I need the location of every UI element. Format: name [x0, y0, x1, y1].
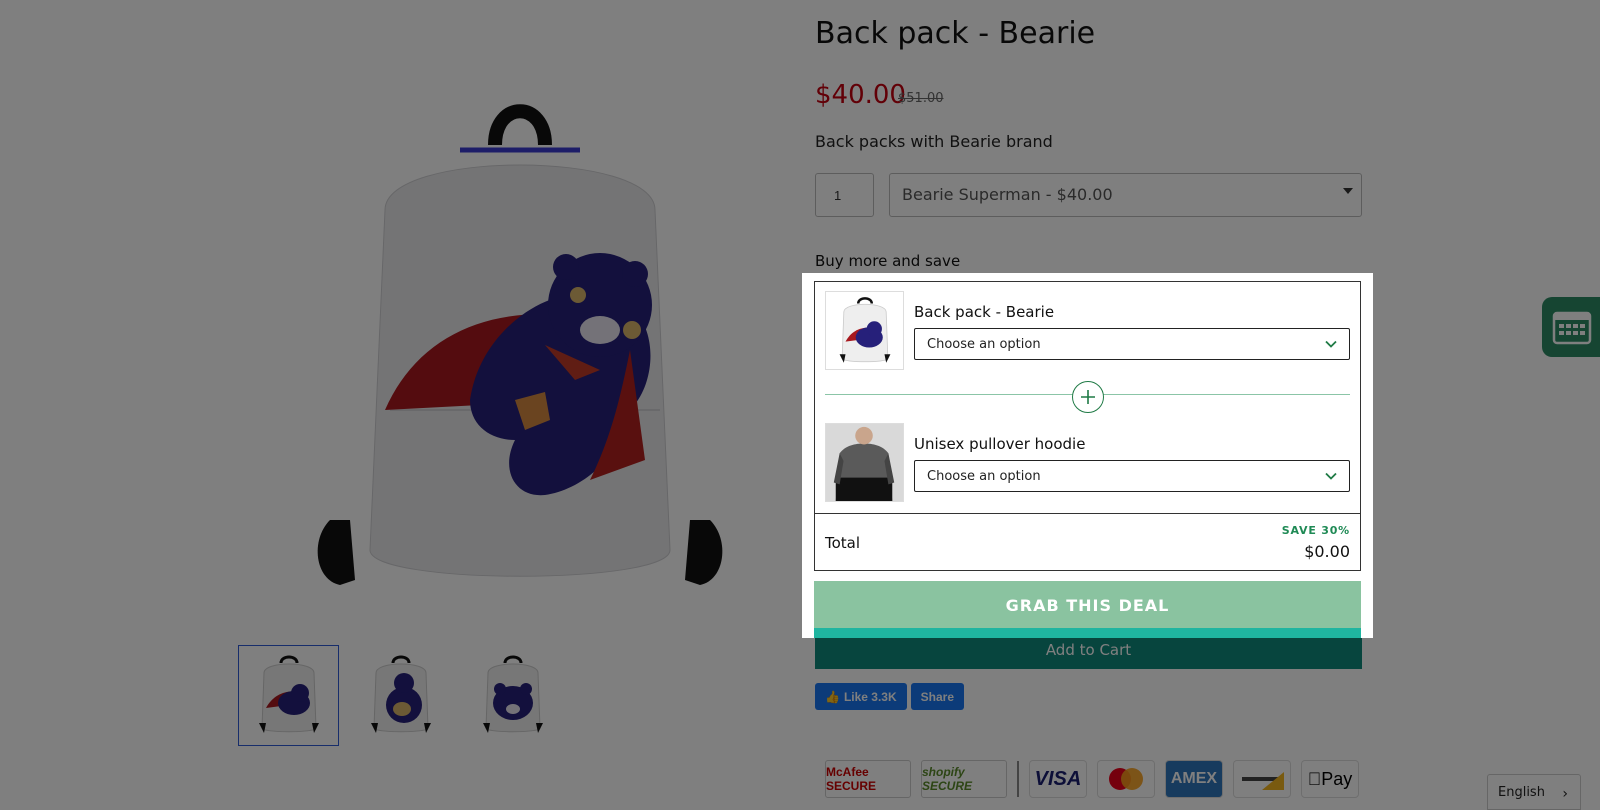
- bundle-item: Unisex pullover hoodie Choose an option: [825, 423, 1350, 503]
- bundle-item-image: [825, 423, 904, 502]
- chevron-down-icon: [1325, 470, 1337, 486]
- bundle-total-row: Total SAVE 30% $0.00: [815, 513, 1360, 571]
- chevron-down-icon: [1325, 338, 1337, 354]
- bundle-item-option-select[interactable]: Choose an option: [914, 460, 1350, 492]
- grab-deal-button[interactable]: GRAB THIS DEAL: [814, 581, 1361, 628]
- bundle-item-option-select[interactable]: Choose an option: [914, 328, 1350, 360]
- bundle-item: Back pack - Bearie Choose an option: [825, 291, 1350, 371]
- option-select-placeholder: Choose an option: [927, 337, 1041, 352]
- bundle-item-image: [825, 291, 904, 370]
- plus-circle-icon: [1072, 381, 1104, 413]
- bundle-spotlight: Back pack - Bearie Choose an option Unis…: [802, 273, 1373, 638]
- total-label: Total: [825, 534, 861, 552]
- bundle-box: Back pack - Bearie Choose an option Unis…: [814, 281, 1361, 571]
- save-badge: SAVE 30%: [1281, 524, 1350, 537]
- grab-deal-underline: [814, 628, 1361, 638]
- total-value: $0.00: [1304, 542, 1350, 561]
- bundle-item-name: Unisex pullover hoodie: [914, 435, 1086, 453]
- bundle-item-name: Back pack - Bearie: [914, 303, 1055, 321]
- option-select-placeholder: Choose an option: [927, 469, 1041, 484]
